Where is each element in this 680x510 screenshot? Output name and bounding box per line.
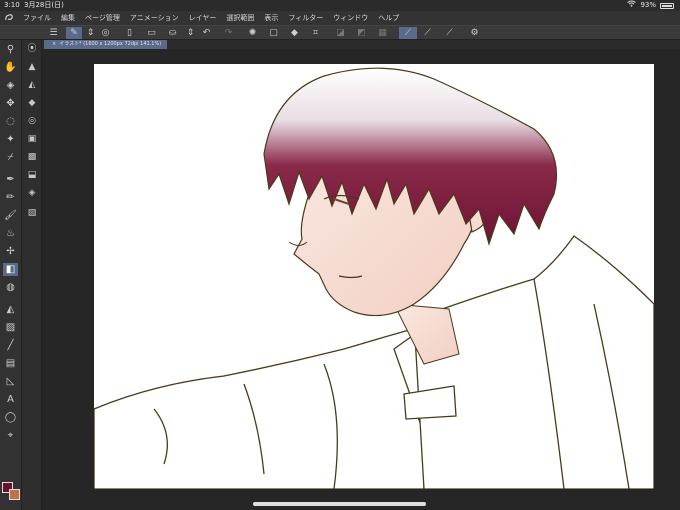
menu-edit[interactable]: 編集 [56, 13, 80, 23]
layer-property-icon[interactable]: ◎ [25, 115, 39, 128]
layer-folder-icon[interactable]: ▣ [25, 133, 39, 146]
menu-view[interactable]: 表示 [259, 13, 283, 23]
menu-filter[interactable]: フィルター [283, 13, 328, 23]
undo-icon[interactable]: ↶ [200, 27, 213, 39]
save-stepper-icon[interactable]: ⇕ [184, 27, 197, 39]
tool-palette: ⚲ ✋ ◈ ✥ ◌ ✦ ⌿ ✒ ✏ 🖌 ♨ ✢ ◧ ◍ ◭ ▨ ╱ ▤ ◺ A … [0, 40, 22, 510]
document-tab-strip: × イラスト* (1600 x 1200px 72dpi 141.1%) [42, 40, 680, 49]
close-tab-icon[interactable]: × [52, 41, 56, 47]
select-grid-icon[interactable]: ▦ [376, 27, 389, 39]
select-disabled-icon[interactable]: ◪ [334, 27, 347, 39]
decoration-icon[interactable]: ✢ [3, 245, 18, 258]
layer-mask-icon[interactable]: ▩ [25, 151, 39, 164]
ruler-icon[interactable]: ◺ [3, 375, 18, 388]
hand-icon[interactable]: ✋ [3, 61, 18, 74]
hamburger-icon[interactable]: ☰ [47, 27, 60, 39]
special-ruler-icon[interactable]: ⟋ [421, 27, 434, 39]
ruler-snap-icon[interactable]: ⟋ [399, 27, 417, 39]
menu-file[interactable]: ファイル [18, 13, 56, 23]
lasso-icon[interactable]: ◌ [3, 115, 18, 128]
brush-icon[interactable]: 🖌 [3, 209, 18, 222]
move-icon[interactable]: ✥ [3, 97, 18, 110]
material-icon[interactable]: ⬓ [25, 169, 39, 182]
stepper-icon[interactable]: ⇕ [84, 27, 97, 39]
artwork-illustration [94, 67, 654, 489]
crop-icon[interactable]: ⌗ [309, 27, 322, 39]
pencil-icon[interactable]: ✏ [3, 191, 18, 204]
transform-icon[interactable]: ✺ [246, 27, 259, 39]
blend-icon[interactable]: ◍ [3, 281, 18, 294]
document-tab[interactable]: × イラスト* (1600 x 1200px 72dpi 141.1%) [44, 40, 168, 49]
frame-border-icon[interactable]: ▤ [3, 357, 18, 370]
app-menu-icon[interactable] [0, 13, 18, 24]
navigator-icon[interactable]: ⦿ [25, 43, 39, 56]
pen-icon[interactable]: ✒ [3, 173, 18, 186]
menu-window[interactable]: ウィンドウ [328, 13, 373, 23]
layer-vector-icon[interactable]: ◭ [25, 79, 39, 92]
canvas-area[interactable] [42, 49, 680, 510]
save-icon[interactable]: ⛀ [166, 27, 179, 39]
wifi-icon [627, 0, 637, 11]
figure-icon[interactable]: ╱ [3, 339, 18, 352]
home-indicator[interactable] [253, 502, 426, 506]
status-right: 93% [627, 0, 674, 11]
fill-bucket-icon[interactable]: ◭ [3, 303, 18, 316]
eyedropper-icon[interactable]: ⌿ [3, 151, 18, 164]
quick-access-icon[interactable]: ✎ [66, 27, 82, 39]
open-folder-icon[interactable]: ▭ [145, 27, 158, 39]
menu-layer[interactable]: レイヤー [184, 13, 222, 23]
airbrush-icon[interactable]: ♨ [3, 227, 18, 240]
fill-icon[interactable]: ◆ [288, 27, 301, 39]
select-invert-icon[interactable]: ◩ [355, 27, 368, 39]
command-bar: ☰ ✎ ⇕ ◎ ▯ ▭ ⛀ ⇕ ↶ ↷ ✺ ▢ ◆ ⌗ ◪ ◩ ▦ ⟋ ⟋ ⟋ … [0, 25, 680, 40]
layer-stack-icon[interactable]: ◈ [25, 187, 39, 200]
text-icon[interactable]: A [3, 393, 18, 406]
ios-status-bar: 3:10 3月28日(日) 93% [0, 0, 680, 11]
clear-icon[interactable]: ▢ [267, 27, 280, 39]
status-date: 3月28日(日) [24, 1, 64, 9]
settings-icon[interactable]: ⚙ [468, 27, 481, 39]
status-time: 3:10 [4, 1, 20, 9]
drawing-canvas[interactable] [94, 64, 654, 489]
battery-icon [660, 2, 674, 9]
sub-color-swatch[interactable] [9, 489, 20, 500]
gradient-icon[interactable]: ▨ [3, 321, 18, 334]
grid-snap-icon[interactable]: ⟋ [443, 27, 456, 39]
document-tab-label: イラスト* (1600 x 1200px 72dpi 141.1%) [59, 41, 162, 47]
menu-page[interactable]: ページ管理 [80, 13, 125, 23]
redo-icon[interactable]: ↷ [222, 27, 235, 39]
correct-line-icon[interactable]: ⌖ [3, 429, 18, 442]
eraser-icon[interactable]: ◧ [3, 263, 18, 276]
menu-help[interactable]: ヘルプ [373, 13, 404, 23]
layer-delete-icon[interactable]: ▧ [25, 207, 39, 220]
battery-percent: 93% [640, 1, 656, 9]
menu-animation[interactable]: アニメーション [125, 13, 184, 23]
operation-icon[interactable]: ◈ [3, 79, 18, 92]
zoom-icon[interactable]: ⚲ [3, 43, 18, 56]
new-file-icon[interactable]: ▯ [123, 27, 136, 39]
magic-wand-icon[interactable]: ✦ [3, 133, 18, 146]
layer-new-icon[interactable]: ▲ [25, 61, 39, 74]
balloon-icon[interactable]: ◯ [3, 411, 18, 424]
menu-bar: ファイル 編集 ページ管理 アニメーション レイヤー 選択範囲 表示 フィルター… [0, 11, 680, 25]
layer-palette-icon[interactable]: ◎ [99, 27, 112, 39]
menu-selection[interactable]: 選択範囲 [221, 13, 259, 23]
sub-tool-column: ⦿ ▲ ◭ ◆ ◎ ▣ ▩ ⬓ ◈ ▧ [22, 40, 42, 510]
layer-fill-icon[interactable]: ◆ [25, 97, 39, 110]
